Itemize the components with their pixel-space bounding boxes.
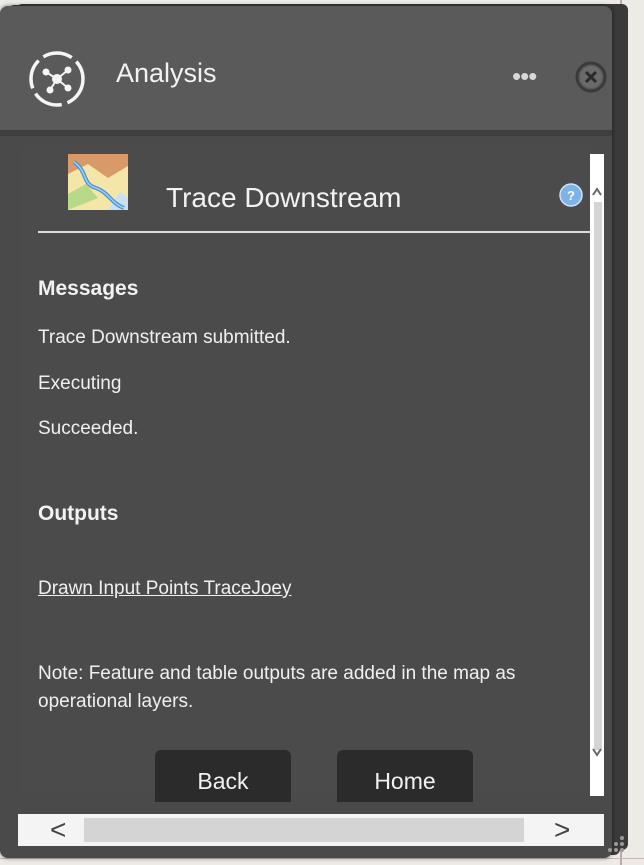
scroll-left-icon[interactable]: < [50, 814, 66, 846]
vertical-scroll-thumb[interactable] [594, 202, 602, 750]
help-question-icon[interactable]: ? [559, 183, 583, 207]
panel-header: Analysis ••• [0, 6, 612, 136]
outputs-heading: Outputs [38, 502, 119, 525]
horizontal-scroll-thumb[interactable] [84, 818, 524, 842]
scroll-down-icon[interactable] [590, 744, 604, 762]
analysis-content: Trace Downstream ? Messages Trace Downst… [20, 146, 592, 802]
message-succeeded: Succeeded. [38, 418, 139, 439]
home-button[interactable]: Home [337, 750, 473, 802]
trace-map-thumbnail [68, 154, 128, 210]
back-button[interactable]: Back [155, 750, 291, 802]
title-divider [38, 231, 592, 233]
more-dots-icon[interactable]: ••• [512, 63, 537, 89]
scroll-right-icon[interactable]: > [554, 814, 570, 846]
outputs-note: Note: Feature and table outputs are adde… [38, 663, 516, 712]
close-circle-icon[interactable] [574, 60, 608, 94]
scroll-up-icon[interactable] [590, 182, 604, 200]
panel-title: Analysis [116, 58, 217, 88]
horizontal-scrollbar[interactable]: < > [18, 814, 604, 846]
messages-heading: Messages [38, 277, 139, 300]
analysis-network-icon [29, 51, 85, 107]
message-executing: Executing [38, 373, 122, 394]
message-submitted: Trace Downstream submitted. [38, 327, 291, 348]
tool-title: Trace Downstream [166, 182, 402, 213]
analysis-panel: Analysis ••• Trace Downstream ? Messages… [0, 6, 612, 858]
map-background-line [0, 858, 644, 859]
resize-grip-icon[interactable] [600, 830, 628, 858]
svg-text:?: ? [567, 188, 575, 203]
output-layer-link[interactable]: Drawn Input Points TraceJoey [38, 578, 291, 600]
